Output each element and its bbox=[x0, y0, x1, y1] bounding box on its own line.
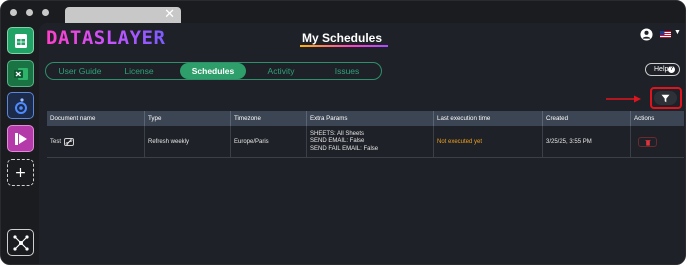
extra-param-sheets: SHEETS: All Sheets bbox=[310, 130, 365, 137]
table-row[interactable]: Test Refresh weekly Europe/Paris SHEETS:… bbox=[47, 126, 684, 158]
delete-button[interactable] bbox=[638, 137, 657, 147]
user-account-icon[interactable] bbox=[640, 28, 653, 41]
cell-type: Refresh weekly bbox=[145, 126, 231, 158]
link-icon[interactable] bbox=[64, 138, 75, 146]
cell-last-execution: Not executed yet bbox=[434, 126, 543, 158]
column-header-last-execution[interactable]: Last execution time bbox=[434, 111, 543, 126]
app-window: ✕ + DATASLAYER My Schedules ▼ User Guide… bbox=[0, 0, 686, 265]
title-underline bbox=[300, 45, 388, 47]
cell-extra-params: SHEETS: All Sheets SEND EMAIL: False SEN… bbox=[307, 126, 434, 158]
tab-activity[interactable]: Activity bbox=[258, 63, 304, 79]
tab-issues[interactable]: Issues bbox=[326, 63, 368, 79]
us-flag-icon[interactable] bbox=[660, 31, 671, 38]
cell-document-name: Test bbox=[47, 126, 145, 158]
excel-icon[interactable] bbox=[7, 60, 34, 87]
tab-bar: User Guide License Schedules Activity Is… bbox=[45, 62, 382, 80]
window-maximize-dot[interactable] bbox=[42, 9, 49, 16]
extra-param-send-fail-email: SEND FAIL EMAIL: False bbox=[310, 145, 379, 152]
add-destination-icon[interactable]: + bbox=[7, 159, 34, 186]
help-button[interactable]: Help ? bbox=[645, 63, 680, 76]
help-label: Help bbox=[654, 66, 669, 73]
schedules-table: Document name Type Timezone Extra Params… bbox=[47, 111, 684, 158]
window-close-dot[interactable] bbox=[10, 9, 17, 16]
column-header-type[interactable]: Type bbox=[145, 111, 231, 126]
connections-hub-icon[interactable] bbox=[7, 229, 34, 256]
tab-license[interactable]: License bbox=[116, 63, 162, 79]
tab-schedules[interactable]: Schedules bbox=[180, 63, 246, 79]
column-header-timezone[interactable]: Timezone bbox=[231, 111, 307, 126]
main-content: DATASLAYER My Schedules ▼ User Guide Lic… bbox=[39, 23, 685, 264]
trash-icon bbox=[645, 139, 650, 146]
cell-actions bbox=[631, 126, 684, 158]
extra-param-send-email: SEND EMAIL: False bbox=[310, 138, 365, 145]
looker-studio-icon[interactable] bbox=[7, 92, 34, 119]
title-bar: ✕ bbox=[1, 1, 685, 23]
sidebar: + bbox=[1, 23, 39, 264]
page-title: My Schedules bbox=[302, 31, 383, 45]
cell-timezone: Europe/Paris bbox=[231, 126, 307, 158]
table-header: Document name Type Timezone Extra Params… bbox=[47, 111, 684, 126]
power-bi-icon[interactable] bbox=[7, 125, 34, 152]
browser-tab[interactable]: ✕ bbox=[65, 7, 181, 23]
tab-user-guide[interactable]: User Guide bbox=[52, 63, 108, 79]
arrow-right-annotation bbox=[606, 95, 641, 103]
column-header-created[interactable]: Created bbox=[543, 111, 631, 126]
chevron-down-icon[interactable]: ▼ bbox=[674, 29, 681, 36]
question-icon: ? bbox=[668, 66, 675, 73]
filter-icon bbox=[661, 94, 670, 102]
window-minimize-dot[interactable] bbox=[26, 9, 33, 16]
dataslayer-logo: DATASLAYER bbox=[46, 27, 166, 49]
close-icon[interactable]: ✕ bbox=[164, 7, 175, 23]
document-name: Test bbox=[50, 139, 62, 145]
filter-button[interactable] bbox=[654, 91, 677, 105]
google-sheets-icon[interactable] bbox=[7, 27, 34, 54]
column-header-document-name[interactable]: Document name bbox=[47, 111, 145, 126]
column-header-extra-params[interactable]: Extra Params bbox=[307, 111, 434, 126]
column-header-actions: Actions bbox=[634, 115, 655, 122]
cell-created: 3/25/25, 3:55 PM bbox=[543, 126, 631, 158]
